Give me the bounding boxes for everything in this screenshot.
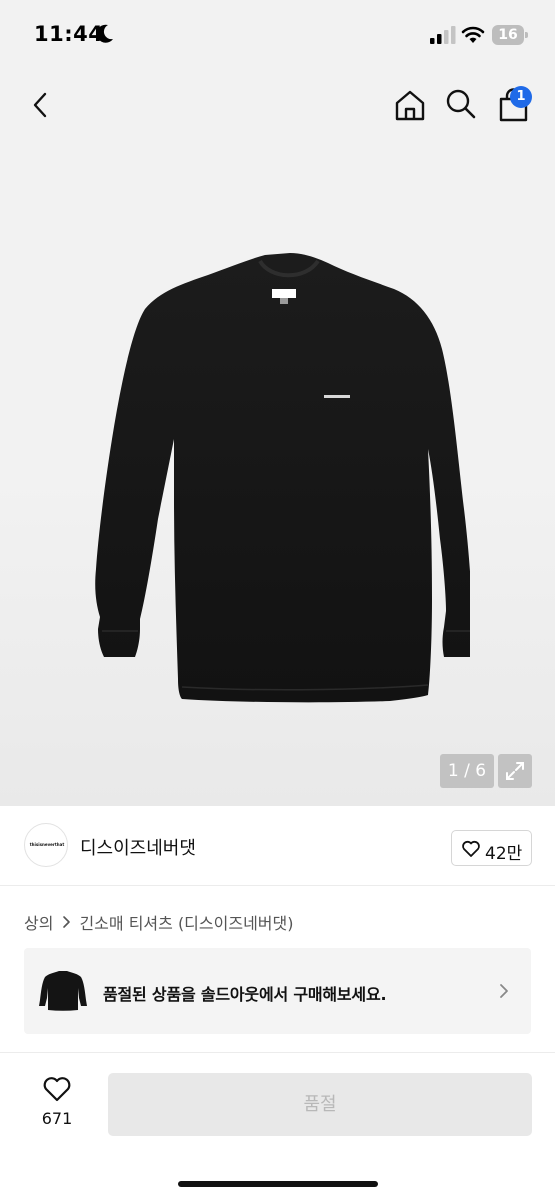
expand-icon[interactable] — [498, 754, 532, 788]
bottom-action-bar: 671 품절 — [0, 1052, 555, 1200]
wish-button[interactable]: 671 — [34, 1073, 82, 1133]
wifi-icon — [461, 26, 485, 43]
search-icon[interactable] — [445, 88, 477, 120]
brand-like-button[interactable]: 42만 — [451, 830, 532, 866]
back-icon[interactable] — [26, 90, 56, 120]
breadcrumb: 상의 긴소매 티셔츠 (디스이즈네버댓) — [24, 910, 293, 934]
signal-icon — [430, 26, 456, 44]
banner-text: 품절된 상품을 솔드아웃에서 구매해보세요. — [103, 985, 387, 1004]
chevron-right-icon — [500, 984, 508, 998]
soldout-button[interactable]: 품절 — [108, 1073, 532, 1136]
cart-badge: 1 — [510, 86, 532, 108]
wish-count: 671 — [41, 1109, 73, 1128]
home-icon[interactable] — [393, 88, 427, 122]
home-indicator — [178, 1181, 378, 1187]
battery-icon: 16 — [492, 25, 528, 45]
brand-row: thisisneverthat 디스이즈네버댓 42만 — [0, 806, 555, 886]
soldout-banner[interactable]: 품절된 상품을 솔드아웃에서 구매해보세요. — [24, 948, 531, 1034]
heart-icon — [43, 1077, 71, 1102]
brand-logo-text: thisisneverthat — [29, 842, 65, 847]
product-image[interactable] — [90, 239, 470, 739]
moon-icon — [96, 24, 113, 43]
brand-name[interactable]: 디스이즈네버댓 — [80, 834, 196, 860]
status-time: 11:44 — [34, 22, 104, 46]
heart-icon — [462, 840, 480, 857]
breadcrumb-product[interactable]: 긴소매 티셔츠 (디스이즈네버댓) — [79, 910, 293, 934]
chevron-right-icon — [63, 916, 71, 928]
brand-logo[interactable]: thisisneverthat — [24, 823, 68, 867]
product-thumbnail — [39, 971, 87, 1011]
brand-like-count: 42만 — [485, 844, 523, 864]
product-gallery[interactable]: 1 1 / 6 — [0, 64, 555, 806]
status-bar: 11:44 16 — [0, 0, 555, 64]
breadcrumb-category[interactable]: 상의 — [24, 910, 53, 934]
image-counter: 1 / 6 — [440, 754, 494, 788]
battery-level: 16 — [498, 27, 518, 43]
